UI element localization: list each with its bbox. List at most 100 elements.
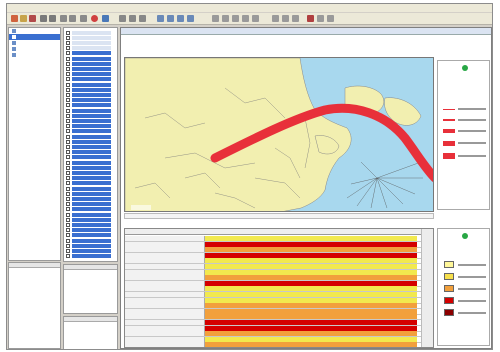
map-view[interactable] xyxy=(124,57,434,212)
selection-panel xyxy=(63,264,118,314)
table-row-name xyxy=(125,241,205,247)
layer-list-label xyxy=(72,233,111,238)
tool-icon-6[interactable] xyxy=(272,15,279,22)
redo-icon[interactable] xyxy=(49,15,56,22)
copy-icon[interactable] xyxy=(69,15,76,22)
menu-bar xyxy=(7,4,492,12)
info-icon xyxy=(462,65,468,71)
window-header xyxy=(121,36,491,56)
tool-icon-5[interactable] xyxy=(252,15,259,22)
layer-checkbox[interactable] xyxy=(66,160,70,165)
undo-icon[interactable] xyxy=(40,15,47,22)
layer-icon[interactable] xyxy=(167,15,174,22)
tool-icon-11[interactable] xyxy=(327,15,334,22)
map-status-bar xyxy=(124,213,434,219)
layer-checkbox[interactable] xyxy=(66,165,70,170)
tool-icon-1[interactable] xyxy=(212,15,219,22)
tool-icon-7[interactable] xyxy=(282,15,289,22)
layer-checkbox[interactable] xyxy=(66,56,70,61)
map-legend xyxy=(437,60,490,210)
tool-icon-3[interactable] xyxy=(232,15,239,22)
layer-list-label xyxy=(72,202,111,207)
alert-icon[interactable] xyxy=(91,15,98,22)
save-icon[interactable] xyxy=(11,15,18,22)
layer-checkbox[interactable] xyxy=(66,170,70,175)
layer-checkbox[interactable] xyxy=(66,118,70,123)
layer-checkbox[interactable] xyxy=(66,222,70,227)
layer-checkbox[interactable] xyxy=(66,228,70,233)
layer-checkbox[interactable] xyxy=(66,191,70,196)
zoom-icon[interactable] xyxy=(119,15,126,22)
layer-checkbox[interactable] xyxy=(66,134,70,139)
layer-checkbox[interactable] xyxy=(66,186,70,191)
chart-icon[interactable] xyxy=(187,15,194,22)
layer-list-item[interactable] xyxy=(66,254,111,259)
layer-checkbox[interactable] xyxy=(66,35,70,40)
layer-checkbox[interactable] xyxy=(66,150,70,155)
layer-checkbox[interactable] xyxy=(66,30,70,35)
data-table xyxy=(124,228,434,348)
layer-checkbox[interactable] xyxy=(66,124,70,129)
layer-list-label xyxy=(72,56,111,61)
tool-icon-10[interactable] xyxy=(317,15,324,22)
layer-checkbox[interactable] xyxy=(66,238,70,243)
grid-icon[interactable] xyxy=(157,15,164,22)
tool-icon-8[interactable] xyxy=(292,15,299,22)
select-icon[interactable] xyxy=(139,15,146,22)
folder-icon xyxy=(12,47,16,51)
open-icon[interactable] xyxy=(20,15,27,22)
layer-checkbox[interactable] xyxy=(66,248,70,253)
tree-item[interactable] xyxy=(9,52,60,58)
layer-checkbox[interactable] xyxy=(66,233,70,238)
tool-icon-4[interactable] xyxy=(242,15,249,22)
layer-checkbox[interactable] xyxy=(66,129,70,134)
table-row-value xyxy=(205,320,417,325)
layer-checkbox[interactable] xyxy=(66,113,70,118)
layer-checkbox[interactable] xyxy=(66,40,70,45)
window-title-bar xyxy=(121,28,491,35)
layer-checkbox[interactable] xyxy=(66,72,70,77)
pan-icon[interactable] xyxy=(129,15,136,22)
layer-list-label xyxy=(72,129,111,134)
layer-checkbox[interactable] xyxy=(66,66,70,71)
layer-checkbox[interactable] xyxy=(66,254,70,259)
layer-checkbox[interactable] xyxy=(66,144,70,149)
layer-checkbox[interactable] xyxy=(66,46,70,51)
layer-checkbox[interactable] xyxy=(66,181,70,186)
layer-checkbox[interactable] xyxy=(66,139,70,144)
legend-label xyxy=(458,142,486,144)
layer-checkbox[interactable] xyxy=(66,108,70,113)
layer-checkbox[interactable] xyxy=(66,77,70,82)
print-icon[interactable] xyxy=(29,15,36,22)
layer-list-label xyxy=(72,207,111,212)
layer-list-label xyxy=(72,217,111,222)
layer-checkbox[interactable] xyxy=(66,103,70,108)
layer-checkbox[interactable] xyxy=(66,98,70,103)
filter-icon[interactable] xyxy=(80,15,87,22)
layer-list-label xyxy=(72,40,111,45)
tool-icon-9[interactable] xyxy=(307,15,314,22)
layer-checkbox[interactable] xyxy=(66,196,70,201)
layer-checkbox[interactable] xyxy=(66,217,70,222)
cut-icon[interactable] xyxy=(60,15,67,22)
table-scrollbar[interactable] xyxy=(421,229,433,347)
table-icon[interactable] xyxy=(177,15,184,22)
layer-checkbox[interactable] xyxy=(66,202,70,207)
map-icon[interactable] xyxy=(102,15,109,22)
table-row[interactable] xyxy=(125,342,433,347)
layer-checkbox[interactable] xyxy=(66,61,70,66)
layer-checkbox[interactable] xyxy=(66,176,70,181)
layer-checkbox[interactable] xyxy=(66,155,70,160)
layer-checkbox[interactable] xyxy=(66,51,70,56)
layer-list-label xyxy=(72,248,111,253)
panel-header xyxy=(9,263,60,268)
layer-checkbox[interactable] xyxy=(66,212,70,217)
tool-icon-2[interactable] xyxy=(222,15,229,22)
layer-checkbox[interactable] xyxy=(66,243,70,248)
layer-checkbox[interactable] xyxy=(66,82,70,87)
layer-list-label xyxy=(72,108,111,113)
layer-checkbox[interactable] xyxy=(66,207,70,212)
table-row-name xyxy=(125,269,205,275)
layer-checkbox[interactable] xyxy=(66,92,70,97)
layer-checkbox[interactable] xyxy=(66,87,70,92)
